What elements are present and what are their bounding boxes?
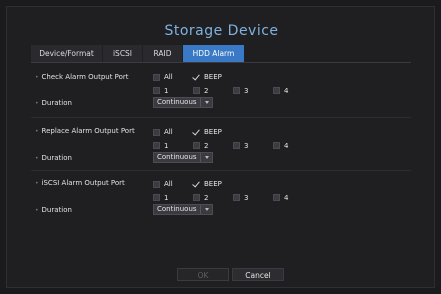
- check-alarm-port3-checkbox[interactable]: [233, 87, 240, 94]
- replace-alarm-port4-checkbox[interactable]: [273, 142, 280, 149]
- chevron-down-icon: [200, 205, 212, 214]
- replace-alarm-beep-label: BEEP: [204, 128, 222, 136]
- chevron-down-icon: [200, 153, 212, 162]
- replace-alarm-duration-select[interactable]: Continuous: [153, 152, 213, 163]
- check-alarm-all-checkbox[interactable]: [153, 74, 160, 81]
- iscsi-alarm-all-label: All: [164, 180, 173, 188]
- iscsi-alarm-port1-checkbox[interactable]: [153, 194, 160, 201]
- tab-device-format[interactable]: Device/Format: [31, 45, 103, 62]
- check-alarm-beep-checkbox[interactable]: [193, 74, 200, 81]
- replace-alarm-port3-checkbox[interactable]: [233, 142, 240, 149]
- iscsi-alarm-duration-select[interactable]: Continuous: [153, 204, 213, 215]
- check-alarm-port4-checkbox[interactable]: [273, 87, 280, 94]
- tab-iscsi[interactable]: iSCSI: [103, 45, 143, 62]
- iscsi-alarm-port3-checkbox[interactable]: [233, 194, 240, 201]
- iscsi-alarm-port4-label: 4: [284, 194, 289, 202]
- duration-value: Continuous: [157, 98, 197, 106]
- iscsi-alarm-duration-label: • Duration: [35, 206, 72, 214]
- replace-alarm-port4-label: 4: [284, 142, 289, 150]
- duration-value: Continuous: [157, 205, 197, 213]
- duration-value: Continuous: [157, 153, 197, 161]
- tab-bar: Device/Format iSCSI RAID HDD Alarm: [31, 45, 245, 62]
- tab-divider: [31, 62, 411, 63]
- check-alarm-port1-checkbox[interactable]: [153, 87, 160, 94]
- check-alarm-duration-select[interactable]: Continuous: [153, 97, 213, 108]
- chevron-down-icon: [200, 98, 212, 107]
- replace-alarm-all-label: All: [164, 128, 173, 136]
- check-alarm-all-label: All: [164, 73, 173, 81]
- iscsi-alarm-all-checkbox[interactable]: [153, 181, 160, 188]
- replace-alarm-port2-label: 2: [204, 142, 209, 150]
- iscsi-alarm-port2-checkbox[interactable]: [193, 194, 200, 201]
- iscsi-alarm-beep-label: BEEP: [204, 180, 222, 188]
- cancel-button[interactable]: Cancel: [232, 268, 284, 281]
- tab-hdd-alarm[interactable]: HDD Alarm: [183, 45, 245, 62]
- check-alarm-port-label: • Check Alarm Output Port: [35, 73, 129, 81]
- iscsi-alarm-port3-label: 3: [244, 194, 249, 202]
- iscsi-alarm-port1-label: 1: [164, 194, 169, 202]
- replace-alarm-port2-checkbox[interactable]: [193, 142, 200, 149]
- replace-alarm-port1-label: 1: [164, 142, 169, 150]
- check-alarm-port2-checkbox[interactable]: [193, 87, 200, 94]
- replace-alarm-port1-checkbox[interactable]: [153, 142, 160, 149]
- storage-device-dialog: Storage Device Device/Format iSCSI RAID …: [6, 6, 435, 288]
- check-alarm-beep-label: BEEP: [204, 73, 222, 81]
- replace-alarm-port3-label: 3: [244, 142, 249, 150]
- check-alarm-duration-label: • Duration: [35, 99, 72, 107]
- check-alarm-port4-label: 4: [284, 87, 289, 95]
- section-divider: [31, 117, 411, 118]
- replace-alarm-all-checkbox[interactable]: [153, 129, 160, 136]
- replace-alarm-port-label: • Replace Alarm Output Port: [35, 127, 135, 135]
- check-alarm-port1-label: 1: [164, 87, 169, 95]
- check-alarm-port2-label: 2: [204, 87, 209, 95]
- iscsi-alarm-beep-checkbox[interactable]: [193, 181, 200, 188]
- check-alarm-port3-label: 3: [244, 87, 249, 95]
- iscsi-alarm-port2-label: 2: [204, 194, 209, 202]
- replace-alarm-duration-label: • Duration: [35, 154, 72, 162]
- ok-button[interactable]: OK: [177, 268, 229, 281]
- tab-raid[interactable]: RAID: [143, 45, 183, 62]
- iscsi-alarm-port-label: • iSCSI Alarm Output Port: [35, 179, 125, 187]
- page-title: Storage Device: [164, 23, 279, 39]
- iscsi-alarm-port4-checkbox[interactable]: [273, 194, 280, 201]
- replace-alarm-beep-checkbox[interactable]: [193, 129, 200, 136]
- section-divider: [31, 170, 411, 171]
